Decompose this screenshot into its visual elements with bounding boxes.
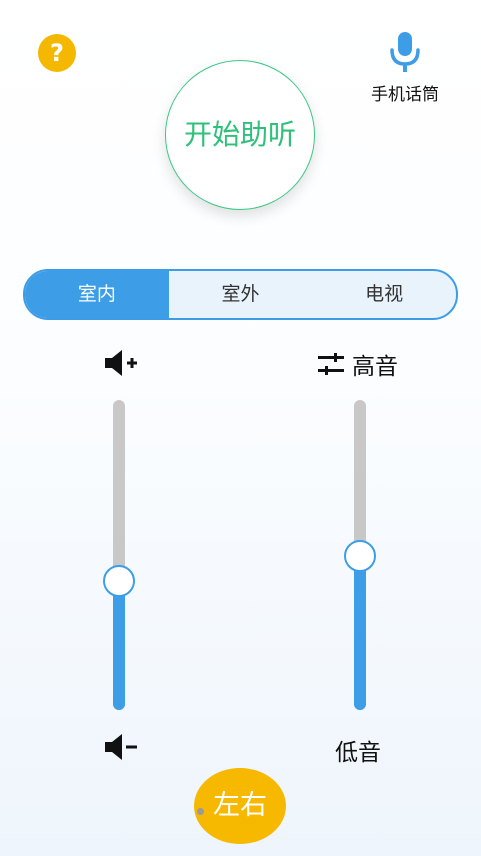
mic-label: 手机话筒: [371, 85, 439, 105]
left-right-button[interactable]: 左右: [194, 768, 286, 844]
volume-down-icon: [105, 734, 137, 760]
volume-up-icon: [105, 350, 137, 376]
volume-track: [113, 400, 125, 710]
tab-outdoor[interactable]: 室外: [169, 271, 313, 318]
volume-slider[interactable]: [103, 400, 135, 710]
bass-label: 低音: [335, 740, 381, 766]
help-icon: ?: [50, 39, 64, 67]
help-button[interactable]: ?: [38, 34, 76, 72]
mode-tabs: 室内 室外 电视: [23, 269, 458, 320]
equalizer-icon: [318, 353, 344, 375]
tone-slider[interactable]: [344, 400, 376, 710]
tab-indoor[interactable]: 室内: [25, 271, 169, 318]
tone-fill: [354, 555, 366, 710]
tone-thumb[interactable]: [344, 540, 376, 572]
volume-thumb[interactable]: [103, 565, 135, 597]
volume-fill: [113, 580, 125, 710]
tab-tv[interactable]: 电视: [312, 271, 456, 318]
treble-label: 高音: [352, 354, 398, 380]
left-right-indicator-dot: [197, 808, 204, 815]
microphone-icon: [390, 32, 420, 72]
treble-header: 高音: [318, 348, 398, 380]
start-hearing-button[interactable]: 开始助听: [165, 60, 315, 210]
phone-mic-button[interactable]: 手机话筒: [360, 30, 450, 105]
